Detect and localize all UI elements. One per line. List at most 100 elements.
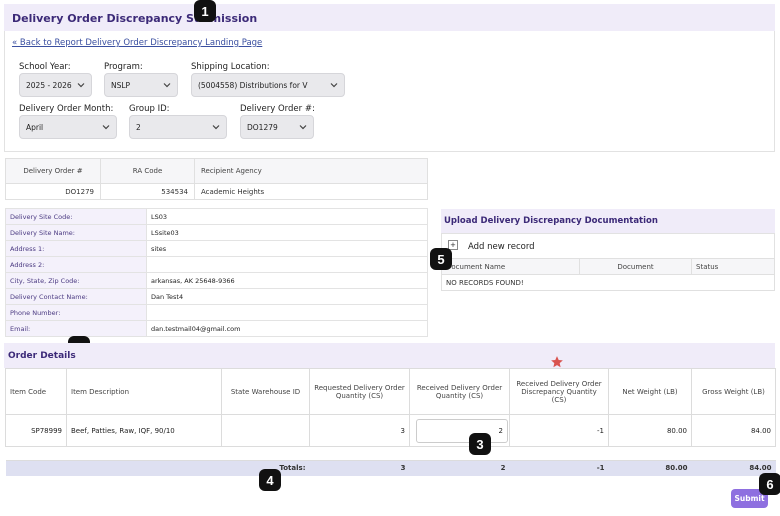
table-row: SP78999 Beef, Patties, Raw, IQF, 90/10 3… [5, 414, 776, 447]
table-header-row: Delivery Order # RA Code Recipient Agenc… [5, 158, 428, 184]
spacer-row [5, 446, 776, 461]
table-row: City, State, Zip Code: arkansas, AK 25648… [5, 272, 428, 289]
chevron-down-icon [212, 125, 220, 130]
field-label: Delivery Site Name: [5, 224, 147, 241]
page-title: Delivery Order Discrepancy Submission [12, 12, 258, 25]
totals-row: Totals: 3 2 -1 80.00 84.00 [5, 460, 776, 476]
spacer-cell [5, 446, 776, 461]
empty-message: NO RECORDS FOUND! [441, 274, 775, 291]
column-header: Document [579, 258, 692, 275]
field-value: arkansas, AK 25648-9366 [146, 272, 428, 289]
recipient-agency-table: Delivery Order # RA Code Recipient Agenc… [5, 158, 428, 200]
totals-received: 2 [409, 460, 510, 476]
order-details-table: Item Code Item Description State Warehou… [5, 368, 776, 476]
received-qty-cell: 2 [409, 414, 510, 447]
order-details-title: Order Details [8, 351, 76, 361]
program-value: NSLP [111, 80, 131, 90]
field-value [146, 304, 428, 321]
marker-6: 6 [759, 473, 780, 495]
star-icon [551, 356, 563, 368]
warehouse-id-cell [221, 414, 310, 447]
documents-table: Document Name Document Status NO RECORDS… [441, 258, 775, 291]
column-header: Requested Delivery Order Quantity (CS) [309, 368, 410, 415]
field-value [146, 256, 428, 273]
table-row: Address 2: [5, 256, 428, 273]
field-value: Dan Test4 [146, 288, 428, 305]
table-row: Delivery Site Name: LSsite03 [5, 224, 428, 241]
add-new-record-link[interactable]: Add new record [468, 242, 535, 252]
program-select[interactable]: NSLP [104, 73, 178, 97]
order-details-header [4, 343, 775, 368]
back-link[interactable]: « Back to Report Delivery Order Discrepa… [12, 38, 262, 48]
table-header-row: Document Name Document Status [441, 258, 775, 275]
discrepancy-qty-cell: -1 [509, 414, 609, 447]
shipping-location-select[interactable]: (5004558) Distributions for V [191, 73, 345, 97]
delivery-order-no-value: DO1279 [247, 122, 278, 132]
totals-discrepancy: -1 [509, 460, 609, 476]
column-header: Document Name [441, 258, 580, 275]
table-cell: DO1279 [5, 183, 101, 200]
field-label: Delivery Site Code: [5, 208, 147, 225]
group-id-label: Group ID: [129, 104, 170, 114]
field-label: Delivery Contact Name: [5, 288, 147, 305]
field-value: LS03 [146, 208, 428, 225]
chevron-down-icon [102, 125, 110, 130]
column-header: Delivery Order # [5, 158, 101, 184]
column-header: Recipient Agency [194, 158, 428, 184]
field-label: Address 1: [5, 240, 147, 257]
chevron-down-icon [299, 125, 307, 130]
table-cell: Academic Heights [194, 183, 428, 200]
school-year-select[interactable]: 2025 - 2026 [19, 73, 92, 97]
delivery-order-month-select[interactable]: April [19, 115, 117, 139]
received-qty-input[interactable]: 2 [416, 418, 508, 443]
marker-3: 3 [469, 433, 491, 455]
column-header: Item Code [5, 368, 67, 415]
table-header-row: Item Code Item Description State Warehou… [5, 368, 776, 415]
table-row: Delivery Contact Name: Dan Test4 [5, 288, 428, 305]
table-row: NO RECORDS FOUND! [441, 274, 775, 291]
delivery-order-no-select[interactable]: DO1279 [240, 115, 314, 139]
group-id-value: 2 [136, 122, 141, 132]
column-header: Status [691, 258, 775, 275]
group-id-select[interactable]: 2 [129, 115, 227, 139]
chevron-down-icon [77, 83, 85, 88]
table-cell: 534534 [100, 183, 195, 200]
chevron-down-icon [163, 83, 171, 88]
field-value: sites [146, 240, 428, 257]
school-year-label: School Year: [19, 62, 71, 72]
column-header: RA Code [100, 158, 195, 184]
shipping-location-label: Shipping Location: [191, 62, 270, 72]
column-header: Gross Weight (LB) [691, 368, 776, 415]
delivery-order-no-label: Delivery Order #: [240, 104, 315, 114]
upload-title: Upload Delivery Discrepancy Documentatio… [444, 216, 658, 226]
requested-qty-cell: 3 [309, 414, 410, 447]
item-description-cell: Beef, Patties, Raw, IQF, 90/10 [66, 414, 222, 447]
field-label: Phone Number: [5, 304, 147, 321]
table-row: Delivery Site Code: LS03 [5, 208, 428, 225]
table-row: Phone Number: [5, 304, 428, 321]
delivery-order-month-label: Delivery Order Month: [19, 104, 114, 114]
field-value: dan.testmail04@gmail.com [146, 320, 428, 337]
column-header: Item Description [66, 368, 222, 415]
totals-net-weight: 80.00 [608, 460, 692, 476]
field-value: LSsite03 [146, 224, 428, 241]
column-header: State Warehouse ID [221, 368, 310, 415]
shipping-location-value: (5004558) Distributions for V [198, 80, 308, 90]
column-header: Received Delivery Order Quantity (CS) [409, 368, 510, 415]
school-year-value: 2025 - 2026 [26, 80, 72, 90]
totals-requested: 3 [309, 460, 410, 476]
table-row: DO1279 534534 Academic Heights [5, 183, 428, 200]
net-weight-cell: 80.00 [608, 414, 692, 447]
marker-1: 1 [194, 0, 216, 22]
column-header: Net Weight (LB) [608, 368, 692, 415]
delivery-order-month-value: April [26, 122, 44, 132]
field-label: Address 2: [5, 256, 147, 273]
table-row: Address 1: sites [5, 240, 428, 257]
gross-weight-cell: 84.00 [691, 414, 776, 447]
column-header: Received Delivery Order Discrepancy Quan… [509, 368, 609, 415]
item-code-cell: SP78999 [5, 414, 67, 447]
field-label: Email: [5, 320, 147, 337]
program-label: Program: [104, 62, 143, 72]
delivery-site-info-table: Delivery Site Code: LS03 Delivery Site Na… [5, 208, 428, 337]
table-row: Email: dan.testmail04@gmail.com [5, 320, 428, 337]
